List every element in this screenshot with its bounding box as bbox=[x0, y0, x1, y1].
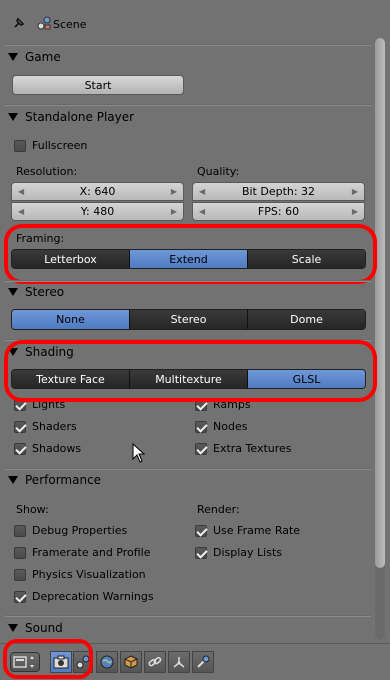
physics-visualization-checkbox[interactable]: Physics Visualization bbox=[14, 568, 146, 581]
quality-label: Quality: bbox=[197, 165, 240, 178]
field-value: Bit Depth: 32 bbox=[241, 185, 316, 198]
fullscreen-checkbox[interactable]: Fullscreen bbox=[14, 139, 87, 152]
checkbox-label: Nodes bbox=[213, 420, 248, 433]
stereo-option-none[interactable]: None bbox=[12, 310, 130, 329]
checkbox-box[interactable] bbox=[14, 590, 26, 603]
checkbox-box[interactable] bbox=[14, 568, 26, 581]
world-icon[interactable] bbox=[96, 651, 118, 673]
resolution-y-field[interactable]: ◀ Y: 480 ▶ bbox=[11, 202, 184, 221]
object-icon[interactable] bbox=[120, 651, 142, 673]
checkbox-label: Deprecation Warnings bbox=[32, 590, 154, 603]
panel-title: Performance bbox=[25, 473, 102, 487]
field-value: Y: 480 bbox=[80, 205, 115, 218]
checkbox-box[interactable] bbox=[195, 420, 207, 433]
field-value: X: 640 bbox=[79, 185, 116, 198]
resolution-label: Resolution: bbox=[16, 165, 78, 178]
checkbox-label: Use Frame Rate bbox=[213, 524, 301, 537]
stereo-option-stereo[interactable]: Stereo bbox=[130, 310, 248, 329]
panel-header-sound[interactable]: Sound bbox=[8, 618, 63, 638]
extra-textures-checkbox[interactable]: Extra Textures bbox=[195, 442, 292, 455]
start-button[interactable]: Start bbox=[12, 75, 184, 95]
mouse-cursor-icon bbox=[132, 442, 146, 463]
checkbox-label: Debug Properties bbox=[32, 524, 128, 537]
use-frame-rate-checkbox[interactable]: Use Frame Rate bbox=[195, 524, 300, 537]
panel-title: Sound bbox=[25, 621, 63, 635]
deprecation-warnings-checkbox[interactable]: Deprecation Warnings bbox=[14, 590, 154, 603]
expand-triangle-icon bbox=[8, 624, 18, 632]
expand-triangle-icon bbox=[8, 53, 18, 61]
increment-arrow-icon[interactable]: ▶ bbox=[352, 187, 358, 196]
checkbox-label: Shadows bbox=[32, 442, 82, 455]
properties-header: Scene bbox=[0, 0, 390, 40]
nodes-checkbox[interactable]: Nodes bbox=[195, 420, 247, 433]
decrement-arrow-icon[interactable]: ◀ bbox=[18, 187, 24, 196]
scene-icon bbox=[36, 15, 52, 31]
divider bbox=[5, 104, 371, 106]
display-lists-checkbox[interactable]: Display Lists bbox=[195, 546, 282, 559]
pin-icon[interactable] bbox=[12, 16, 26, 30]
show-label: Show: bbox=[16, 503, 49, 516]
increment-arrow-icon[interactable]: ▶ bbox=[171, 207, 177, 216]
increment-arrow-icon[interactable]: ▶ bbox=[352, 207, 358, 216]
fps-field[interactable]: ◀ FPS: 60 ▶ bbox=[192, 202, 365, 221]
field-value: FPS: 60 bbox=[257, 205, 300, 218]
framerate-profile-checkbox[interactable]: Framerate and Profile bbox=[14, 546, 151, 559]
highlight-ring bbox=[3, 639, 93, 679]
expand-triangle-icon bbox=[8, 476, 18, 484]
checkbox-box[interactable] bbox=[14, 420, 26, 433]
debug-properties-checkbox[interactable]: Debug Properties bbox=[14, 524, 127, 537]
panel-header-stereo[interactable]: Stereo bbox=[8, 282, 64, 302]
checkbox-label: Shaders bbox=[32, 420, 77, 433]
highlight-ring bbox=[4, 340, 377, 402]
panel-title: Game bbox=[25, 50, 61, 64]
panel-header-game[interactable]: Game bbox=[8, 47, 61, 67]
resolution-x-field[interactable]: ◀ X: 640 ▶ bbox=[11, 182, 184, 201]
panel-header-performance[interactable]: Performance bbox=[8, 470, 101, 490]
decrement-arrow-icon[interactable]: ◀ bbox=[199, 207, 205, 216]
checkbox-label: Framerate and Profile bbox=[32, 546, 151, 559]
checkbox-box[interactable] bbox=[14, 524, 26, 537]
expand-triangle-icon bbox=[8, 288, 18, 296]
divider bbox=[5, 44, 371, 46]
decrement-arrow-icon[interactable]: ◀ bbox=[199, 187, 205, 196]
checkbox-label: Physics Visualization bbox=[32, 568, 146, 581]
checkbox-label: Fullscreen bbox=[32, 139, 88, 152]
shaders-checkbox[interactable]: Shaders bbox=[14, 420, 77, 433]
highlight-ring bbox=[4, 224, 377, 284]
checkbox-box[interactable] bbox=[14, 442, 26, 455]
stereo-option-dome[interactable]: Dome bbox=[248, 310, 365, 329]
expand-triangle-icon bbox=[8, 113, 18, 121]
shadows-checkbox[interactable]: Shadows bbox=[14, 442, 81, 455]
checkbox-box[interactable] bbox=[195, 524, 207, 537]
divider bbox=[5, 615, 371, 617]
modifier-icon[interactable] bbox=[168, 651, 190, 673]
panel-title: Stereo bbox=[25, 285, 65, 299]
checkbox-box[interactable] bbox=[14, 139, 26, 152]
render-label: Render: bbox=[197, 503, 240, 516]
bit-depth-field[interactable]: ◀ Bit Depth: 32 ▶ bbox=[192, 182, 365, 201]
checkbox-box[interactable] bbox=[195, 442, 207, 455]
constraint-icon[interactable] bbox=[144, 651, 166, 673]
decrement-arrow-icon[interactable]: ◀ bbox=[18, 207, 24, 216]
increment-arrow-icon[interactable]: ▶ bbox=[171, 187, 177, 196]
breadcrumb-scene: Scene bbox=[53, 18, 87, 31]
stereo-selector[interactable]: None Stereo Dome bbox=[11, 309, 366, 330]
panel-title: Standalone Player bbox=[25, 110, 135, 124]
checkbox-box[interactable] bbox=[195, 546, 207, 559]
checkbox-label: Display Lists bbox=[213, 546, 283, 559]
panel-header-standalone[interactable]: Standalone Player bbox=[8, 107, 134, 127]
checkbox-box[interactable] bbox=[14, 546, 26, 559]
checkbox-label: Extra Textures bbox=[213, 442, 292, 455]
physics-icon[interactable] bbox=[192, 651, 214, 673]
scrollbar-thumb[interactable] bbox=[375, 38, 385, 568]
